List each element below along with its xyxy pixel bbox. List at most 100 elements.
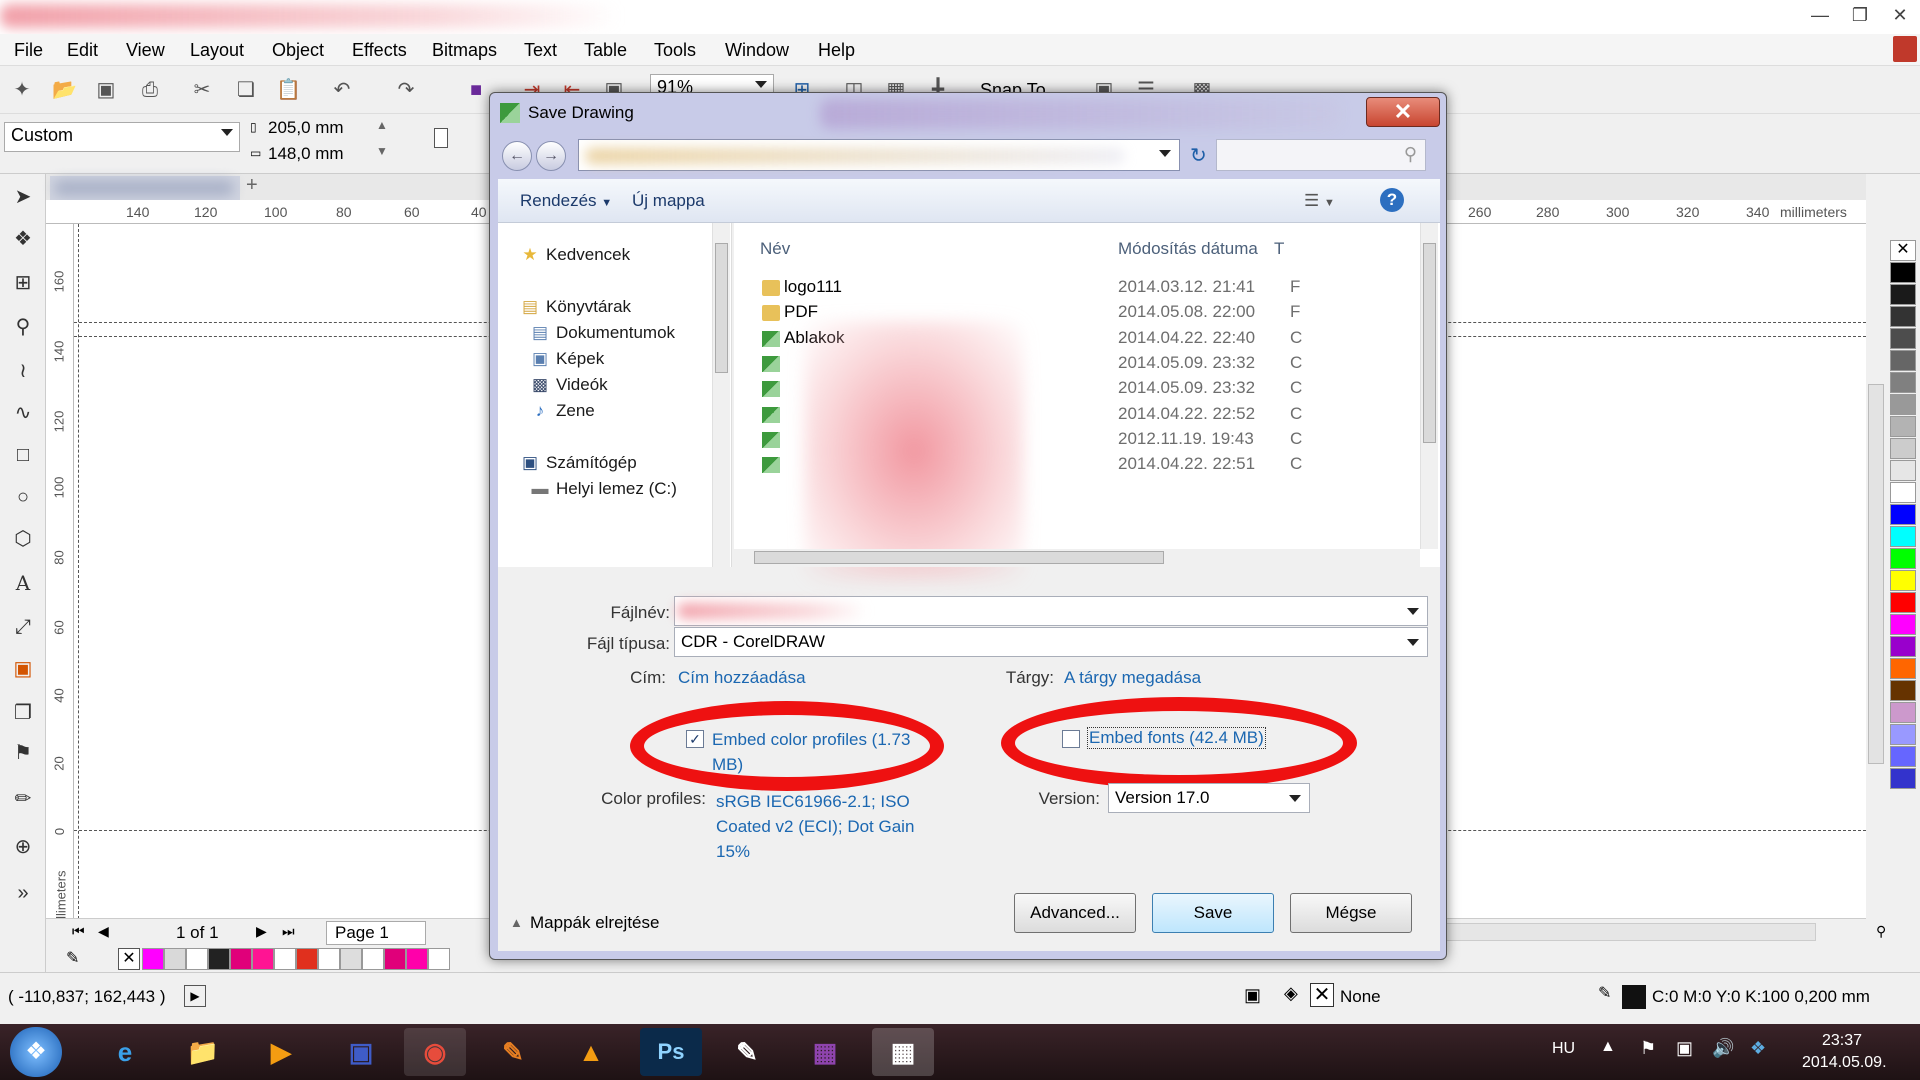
transparency-icon[interactable]: ⚑ <box>10 740 36 766</box>
spin-down-icon[interactable]: ▼ <box>376 144 388 158</box>
document-swatch[interactable] <box>406 948 428 970</box>
play-icon[interactable]: ▶ <box>184 985 206 1007</box>
palette-swatch[interactable] <box>1890 350 1916 371</box>
refresh-icon[interactable]: ↻ <box>1190 143 1207 168</box>
document-swatch[interactable] <box>340 948 362 970</box>
document-swatch[interactable] <box>186 948 208 970</box>
clock-time[interactable]: 23:37 <box>1822 1032 1862 1050</box>
filename-input[interactable] <box>674 596 1428 626</box>
print-icon[interactable]: ⎙ <box>138 78 162 102</box>
nav-music[interactable]: ♪ Zene <box>530 401 595 421</box>
eyedropper-icon[interactable]: ✎ <box>66 948 79 968</box>
file-hscrollbar[interactable] <box>734 549 1420 567</box>
palette-swatch[interactable] <box>1890 526 1916 547</box>
expand-icon[interactable]: » <box>10 880 36 906</box>
menu-effects[interactable]: Effects <box>352 40 407 61</box>
document-swatch[interactable] <box>318 948 340 970</box>
menu-object[interactable]: Object <box>272 40 324 61</box>
document-swatch[interactable] <box>164 948 186 970</box>
palette-swatch[interactable] <box>1890 746 1916 767</box>
menu-file[interactable]: File <box>14 40 43 61</box>
polygon-tool-icon[interactable]: ⬡ <box>10 526 36 552</box>
palette-swatch[interactable] <box>1890 438 1916 459</box>
ellipse-tool-icon[interactable]: ○ <box>10 484 36 510</box>
page-next-icon[interactable]: ▶ <box>256 923 267 940</box>
file-row[interactable]: logo111 2014.03.12. 21:41 F <box>734 277 1420 301</box>
nav-videos[interactable]: ▩ Videók <box>530 375 608 395</box>
nav-libraries[interactable]: ▤ Könyvtárak <box>520 297 631 317</box>
back-icon[interactable]: ← <box>502 141 532 171</box>
path-field[interactable] <box>578 139 1180 171</box>
menu-window[interactable]: Window <box>725 40 789 61</box>
rectangle-tool-icon[interactable]: □ <box>10 442 36 468</box>
menu-table[interactable]: Table <box>584 40 627 61</box>
start-button[interactable]: ❖ <box>10 1027 62 1077</box>
nav-documents[interactable]: ▤ Dokumentumok <box>530 323 675 343</box>
no-color-swatch[interactable]: ✕ <box>118 948 140 970</box>
page-first-icon[interactable]: ⏮ <box>72 923 85 940</box>
scroll-thumb[interactable] <box>1423 243 1436 443</box>
nav-pictures[interactable]: ▣ Képek <box>530 349 604 369</box>
zoom-navigator-icon[interactable]: ⚲ <box>1876 923 1886 940</box>
close-button[interactable]: ✕ <box>1882 2 1918 28</box>
scroll-thumb[interactable] <box>715 243 728 373</box>
clock-date[interactable]: 2014.05.09. <box>1802 1054 1887 1072</box>
organize-button[interactable]: Rendezés ▼ <box>520 191 612 211</box>
document-swatch[interactable] <box>142 948 164 970</box>
language-indicator[interactable]: HU <box>1552 1040 1575 1058</box>
maximize-button[interactable]: ❐ <box>1842 2 1878 28</box>
corel-icon[interactable]: ✎ <box>482 1028 544 1076</box>
document-swatch[interactable] <box>362 948 384 970</box>
nav-computer[interactable]: ▣ Számítógép <box>520 453 637 473</box>
page-prev-icon[interactable]: ◀ <box>98 923 109 940</box>
menu-help[interactable]: Help <box>818 40 855 61</box>
undo-icon[interactable]: ↶ <box>330 78 354 102</box>
search-input[interactable]: ⚲ <box>1216 139 1426 171</box>
add-tool-icon[interactable]: ⊕ <box>10 834 36 860</box>
calendar-app-icon[interactable]: ▦ <box>872 1028 934 1076</box>
horizontal-scrollbar[interactable] <box>1436 923 1816 941</box>
vlc-icon[interactable]: ▲ <box>560 1028 622 1076</box>
action-center-icon[interactable]: ⚑ <box>1640 1038 1656 1059</box>
palette-swatch[interactable] <box>1890 284 1916 305</box>
outline-color-swatch[interactable] <box>1622 985 1646 1009</box>
paste-icon[interactable]: 📋 <box>276 78 301 102</box>
document-swatch[interactable] <box>208 948 230 970</box>
document-swatch[interactable] <box>384 948 406 970</box>
version-select[interactable]: Version 17.0 <box>1108 783 1310 813</box>
page-width-value[interactable]: 205,0 mm <box>268 118 344 138</box>
freehand-tool-icon[interactable]: ≀ <box>10 358 36 384</box>
advanced-button[interactable]: Advanced... <box>1014 893 1136 933</box>
page-last-icon[interactable]: ⏭ <box>282 923 295 940</box>
color-proof-icon[interactable]: ▣ <box>1244 985 1261 1006</box>
document-tab[interactable] <box>50 176 240 200</box>
nav-favorites[interactable]: ★ Kedvencek <box>520 245 630 265</box>
palette-swatch[interactable] <box>1890 460 1916 481</box>
hide-folders-link[interactable]: Mappák elrejtése <box>530 913 659 933</box>
menu-layout[interactable]: Layout <box>190 40 244 61</box>
page-tab[interactable]: Page 1 <box>326 921 426 945</box>
media-player-icon[interactable]: ▶ <box>250 1028 312 1076</box>
new-folder-button[interactable]: Új mappa <box>632 191 705 211</box>
menu-tools[interactable]: Tools <box>654 40 696 61</box>
menu-text[interactable]: Text <box>524 40 557 61</box>
user-icon[interactable] <box>1893 36 1917 62</box>
document-swatch[interactable] <box>230 948 252 970</box>
nav-local-disk[interactable]: ▬ Helyi lemez (C:) <box>530 479 677 499</box>
redo-icon[interactable]: ↷ <box>394 78 418 102</box>
text-tool-icon[interactable]: A <box>10 570 36 596</box>
palette-swatch[interactable] <box>1890 680 1916 701</box>
no-fill-icon[interactable]: ✕ <box>1310 983 1334 1007</box>
cut-icon[interactable]: ✂ <box>190 78 214 102</box>
chevron-up-icon[interactable]: ▲ <box>510 915 523 930</box>
vertical-scrollbar[interactable] <box>1866 224 1888 929</box>
open-folder-icon[interactable]: 📂 <box>52 78 77 102</box>
chevron-down-icon[interactable] <box>1159 150 1171 157</box>
document-swatch[interactable] <box>252 948 274 970</box>
palette-swatch[interactable] <box>1890 482 1916 503</box>
palette-swatch[interactable] <box>1890 262 1916 283</box>
col-modified[interactable]: Módosítás dátuma <box>1118 239 1258 259</box>
drop-shadow-icon[interactable]: ❐ <box>10 700 36 726</box>
dimension-tool-icon[interactable]: ⤢ <box>10 614 36 640</box>
portrait-icon[interactable] <box>434 128 448 148</box>
